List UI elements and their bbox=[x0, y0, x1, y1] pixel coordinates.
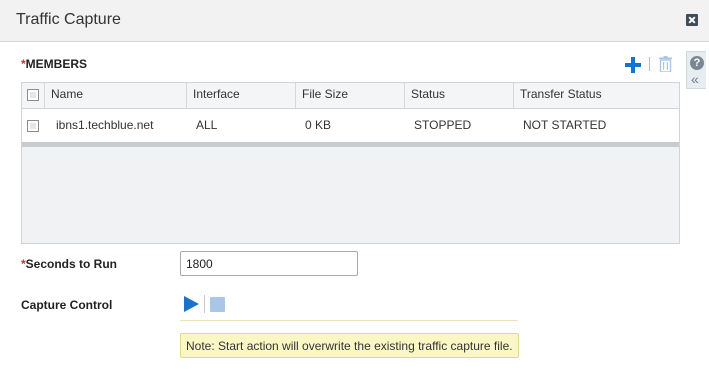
trash-icon[interactable] bbox=[659, 56, 672, 72]
overwrite-warning-note: Note: Start action will overwrite the ex… bbox=[180, 333, 519, 358]
control-divider bbox=[204, 295, 205, 313]
column-header-status[interactable]: Status bbox=[404, 83, 513, 108]
column-header-interface[interactable]: Interface bbox=[186, 83, 295, 108]
plus-icon[interactable] bbox=[625, 57, 641, 73]
cell-status: STOPPED bbox=[414, 118, 472, 132]
cell-name: ibns1.techblue.net bbox=[56, 118, 154, 132]
help-icon[interactable]: ? bbox=[690, 56, 704, 70]
cell-file-size: 0 KB bbox=[305, 118, 332, 132]
members-label-text: MEMBERS bbox=[25, 57, 88, 71]
column-header-file-size[interactable]: File Size bbox=[295, 83, 404, 108]
capture-control-label: Capture Control bbox=[21, 298, 113, 312]
row-checkbox[interactable] bbox=[27, 120, 39, 132]
dialog-title: Traffic Capture bbox=[16, 11, 121, 28]
double-chevron-left-icon[interactable]: « bbox=[691, 72, 699, 86]
members-section-label: *MEMBERS bbox=[21, 57, 87, 71]
toolbar-divider bbox=[649, 57, 650, 71]
members-table: Name Interface File Size Status Transfer… bbox=[21, 82, 680, 244]
table-header: Name Interface File Size Status Transfer… bbox=[22, 83, 679, 109]
side-rail: ? « bbox=[686, 51, 706, 89]
cell-transfer-status: NOT STARTED bbox=[523, 118, 607, 132]
column-header-transfer-status[interactable]: Transfer Status bbox=[513, 83, 679, 108]
column-header-name[interactable]: Name bbox=[44, 83, 186, 108]
close-icon[interactable] bbox=[686, 14, 698, 26]
select-all-checkbox[interactable] bbox=[27, 89, 39, 101]
cell-interface: ALL bbox=[196, 118, 218, 132]
stop-icon[interactable] bbox=[210, 297, 225, 312]
dialog-header: Traffic Capture bbox=[0, 0, 709, 42]
table-empty-area bbox=[22, 147, 679, 243]
seconds-to-run-label-text: Seconds to Run bbox=[25, 257, 118, 271]
play-icon[interactable] bbox=[184, 296, 199, 312]
seconds-to-run-label: *Seconds to Run bbox=[21, 257, 117, 271]
seconds-to-run-input[interactable] bbox=[180, 251, 358, 276]
table-row[interactable]: ibns1.techblue.net ALL 0 KB STOPPED NOT … bbox=[22, 109, 679, 143]
note-divider bbox=[180, 320, 518, 321]
